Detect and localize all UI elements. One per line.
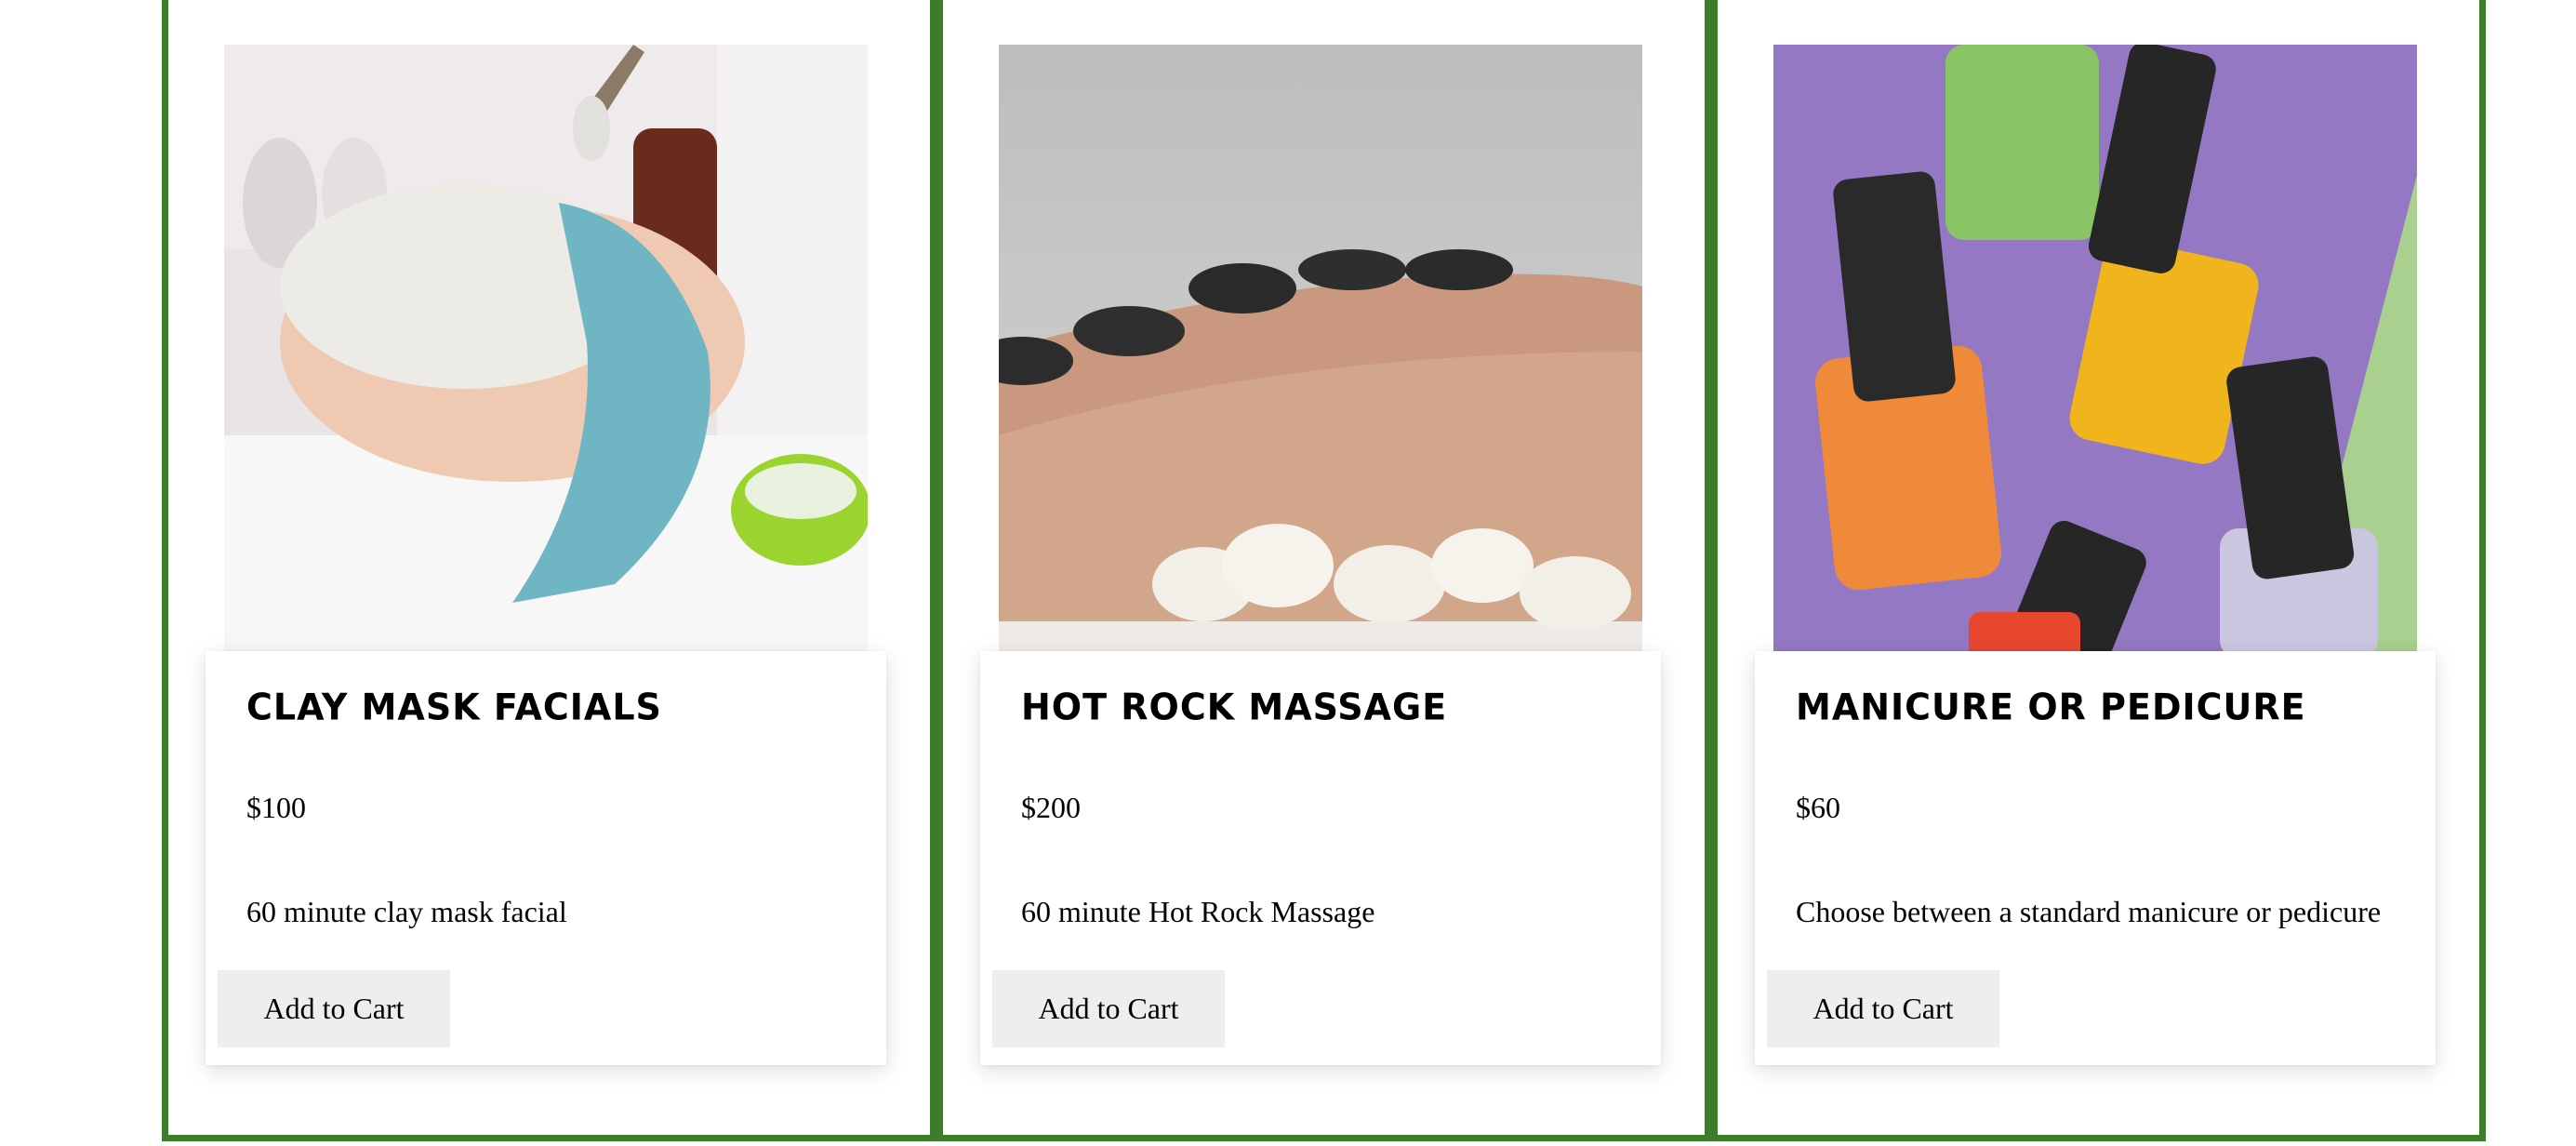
service-column-massage: Hot Rock Massage $200 60 minute Hot Rock… [936,0,1711,1141]
nail-lacquer-photo [1773,45,2417,651]
add-to-cart-button[interactable]: Add to Cart [218,970,450,1047]
facial-photo [224,45,868,651]
add-to-cart-button[interactable]: Add to Cart [1767,970,1999,1047]
service-column-nails: Manicure or Pedicure $60 Choose between … [1711,0,2486,1141]
service-card: Clay Mask Facials $100 60 minute clay ma… [206,651,886,1065]
service-column-facial: Clay Mask Facials $100 60 minute clay ma… [162,0,936,1141]
services-grid: Clay Mask Facials $100 60 minute clay ma… [162,0,2487,1141]
service-card: Manicure or Pedicure $60 Choose between … [1755,651,2436,1065]
service-price: $200 [1021,791,1081,824]
service-price: $60 [1796,791,1840,824]
service-description: Choose between a standard manicure or pe… [1796,895,2382,928]
service-title: Manicure or Pedicure [1796,686,2306,728]
massage-photo [999,45,1642,651]
service-description: 60 minute clay mask facial [246,895,567,928]
service-title: Hot Rock Massage [1021,686,1448,728]
add-to-cart-button[interactable]: Add to Cart [992,970,1225,1047]
service-title: Clay Mask Facials [246,686,662,728]
service-description: 60 minute Hot Rock Massage [1021,895,1375,928]
service-card: Hot Rock Massage $200 60 minute Hot Rock… [980,651,1661,1065]
service-price: $100 [246,791,306,824]
